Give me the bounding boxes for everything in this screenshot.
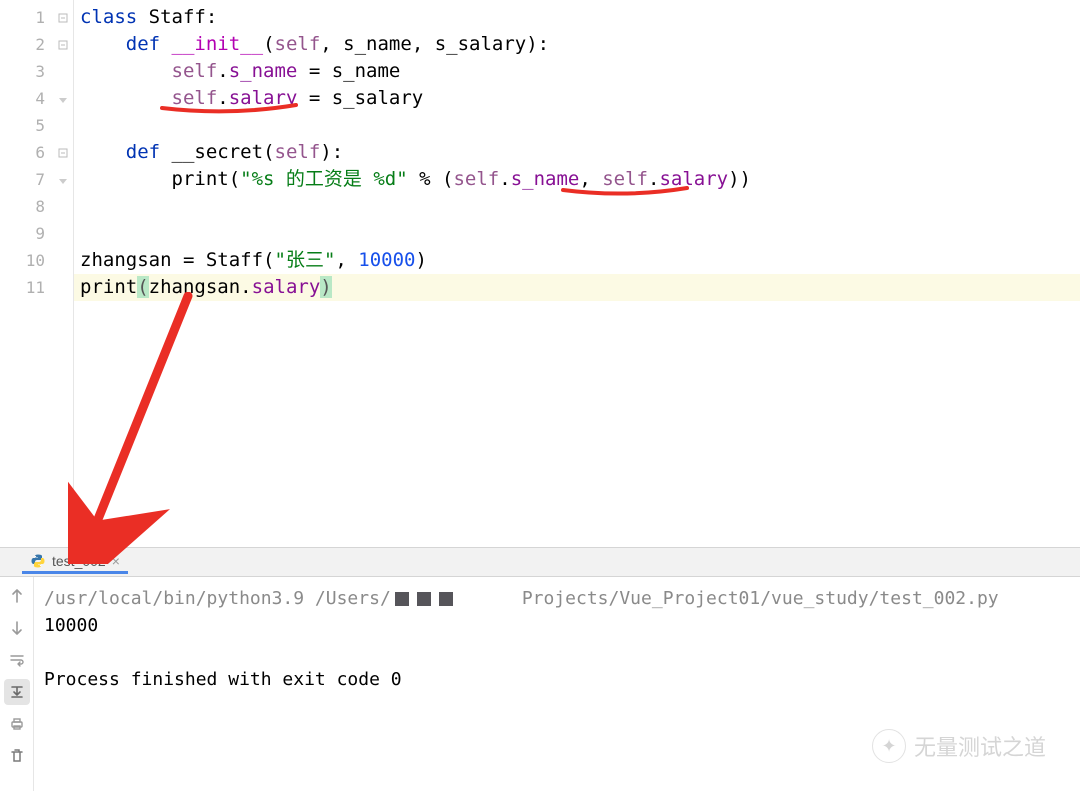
- code-line[interactable]: print("%s 的工资是 %d" % (self.s_name, self.…: [74, 166, 1080, 193]
- annotation-arrow-icon: [68, 292, 228, 564]
- number-literal: 10000: [358, 249, 415, 271]
- keyword: def: [126, 141, 160, 163]
- builtin-print: print: [172, 168, 229, 190]
- code-editor[interactable]: 1 2 3 4 5 6 7 8 9 10 11 class Staff:: [0, 0, 1080, 547]
- run-tab-bar: test_002 ×: [0, 547, 1080, 577]
- soft-wrap-button[interactable]: [4, 647, 30, 673]
- keyword: def: [126, 33, 160, 55]
- ide-window: 1 2 3 4 5 6 7 8 9 10 11 class Staff:: [0, 0, 1080, 791]
- watermark: ✦ 无量测试之道: [872, 729, 1046, 763]
- fold-icon[interactable]: [57, 39, 69, 51]
- param: s_salary: [435, 33, 527, 55]
- print-button[interactable]: [4, 711, 30, 737]
- console-command-right: Projects/Vue_Project01/vue_study/test_00…: [522, 588, 999, 609]
- clear-all-button[interactable]: [4, 743, 30, 769]
- line-number: 2: [35, 35, 45, 54]
- line-number: 8: [35, 197, 45, 216]
- redacted-segment: [391, 587, 457, 614]
- code-line[interactable]: self.salary = s_salary: [74, 85, 1080, 112]
- line-number: 11: [26, 278, 45, 297]
- code-area[interactable]: class Staff: def __init__(self, s_name, …: [74, 0, 1080, 547]
- string-literal: "张三": [275, 249, 336, 271]
- line-number: 6: [35, 143, 45, 162]
- line-number: 1: [35, 8, 45, 27]
- wechat-icon: ✦: [872, 729, 906, 763]
- code-line[interactable]: [74, 220, 1080, 247]
- line-number: 5: [35, 116, 45, 135]
- console-command-left: /usr/local/bin/python3.9 /Users/: [44, 588, 391, 609]
- code-line-current[interactable]: print(zhangsan.salary): [74, 274, 1080, 301]
- console-exit-message: Process finished with exit code 0: [44, 669, 402, 690]
- fold-end-icon[interactable]: [57, 93, 69, 105]
- watermark-text: 无量测试之道: [914, 730, 1046, 762]
- code-line[interactable]: zhangsan = Staff("张三", 10000): [74, 247, 1080, 274]
- code-line[interactable]: def __secret(self):: [74, 139, 1080, 166]
- fold-icon[interactable]: [57, 12, 69, 24]
- code-line[interactable]: [74, 112, 1080, 139]
- function-name: __init__: [172, 33, 264, 55]
- line-number: 9: [35, 224, 45, 243]
- attribute: salary: [229, 87, 298, 109]
- close-icon[interactable]: ×: [112, 553, 120, 569]
- punct: :: [206, 6, 217, 28]
- line-number: 4: [35, 89, 45, 108]
- run-tab[interactable]: test_002 ×: [22, 550, 128, 574]
- run-toolbar: [0, 577, 34, 791]
- attribute: s_name: [229, 60, 298, 82]
- keyword: class: [80, 6, 137, 28]
- console-stdout: 10000: [44, 615, 98, 636]
- code-line[interactable]: [74, 193, 1080, 220]
- string-literal: "%s 的工资是 %d": [240, 168, 408, 190]
- self-param: self: [275, 33, 321, 55]
- function-name: __secret: [172, 141, 264, 163]
- code-line[interactable]: self.s_name = s_name: [74, 58, 1080, 85]
- scroll-up-button[interactable]: [4, 583, 30, 609]
- code-line[interactable]: def __init__(self, s_name, s_salary):: [74, 31, 1080, 58]
- variable: zhangsan: [80, 249, 172, 271]
- class-name: Staff: [149, 6, 206, 28]
- fold-end-icon[interactable]: [57, 174, 69, 186]
- scroll-to-end-button[interactable]: [4, 679, 30, 705]
- builtin-print: print: [80, 276, 137, 298]
- code-line[interactable]: class Staff:: [74, 4, 1080, 31]
- paren-close: ): [320, 276, 331, 298]
- line-number: 3: [35, 62, 45, 81]
- run-tab-label: test_002: [52, 553, 106, 569]
- gutter: 1 2 3 4 5 6 7 8 9 10 11: [0, 0, 74, 547]
- line-number: 7: [35, 170, 45, 189]
- python-icon: [30, 553, 46, 569]
- param: s_name: [343, 33, 412, 55]
- line-number: 10: [26, 251, 45, 270]
- paren-open: (: [137, 276, 148, 298]
- fold-icon[interactable]: [57, 147, 69, 159]
- scroll-down-button[interactable]: [4, 615, 30, 641]
